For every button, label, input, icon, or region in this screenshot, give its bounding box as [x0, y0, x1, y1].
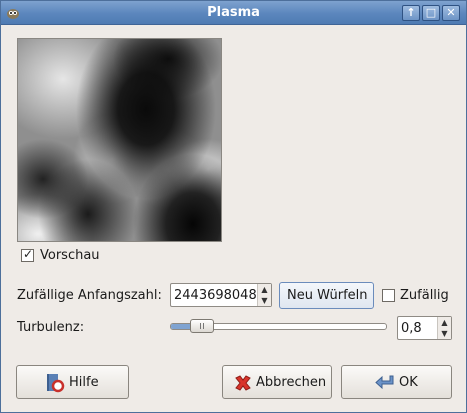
ok-button-label: OK [399, 375, 418, 390]
plasma-preview-image [18, 39, 221, 241]
help-button[interactable]: Hilfe [16, 365, 129, 399]
decrement-arrow-icon[interactable]: ▼ [438, 328, 451, 339]
turbulence-label: Turbulenz: [17, 320, 85, 335]
preview-label: Vorschau [40, 248, 100, 263]
new-seed-button[interactable]: Neu Würfeln [279, 282, 374, 309]
title-bar[interactable]: Plasma ↑ □ ✕ [1, 1, 466, 25]
window-title: Plasma [207, 5, 260, 20]
random-seed-label: Zufällig [400, 288, 449, 303]
restore-icon[interactable]: □ [422, 5, 440, 21]
turbulence-stepper[interactable]: ▲ ▼ [437, 317, 451, 339]
seed-value[interactable]: 2443698048 [174, 288, 257, 303]
checkmark-icon: ✓ [23, 247, 34, 261]
ok-button[interactable]: OK [341, 365, 452, 399]
close-icon[interactable]: ✕ [442, 5, 460, 21]
decrement-arrow-icon[interactable]: ▼ [258, 295, 271, 306]
turbulence-slider-handle[interactable] [190, 319, 214, 333]
help-button-label: Hilfe [69, 375, 99, 390]
grip-icon [200, 323, 201, 329]
plasma-dialog: Plasma ↑ □ ✕ ✓ Vorschau Zufällige Anfang… [0, 0, 467, 413]
seed-stepper[interactable]: ▲ ▼ [257, 284, 271, 306]
enter-arrow-icon [374, 373, 396, 397]
help-icon [45, 373, 65, 397]
cancel-x-icon [233, 373, 253, 397]
plasma-preview[interactable] [17, 38, 222, 242]
increment-arrow-icon[interactable]: ▲ [258, 284, 271, 295]
maximize-up-icon[interactable]: ↑ [402, 5, 420, 21]
cancel-button[interactable]: Abbrechen [222, 365, 332, 399]
turbulence-spinbutton[interactable]: 0,8 ▲ ▼ [397, 316, 452, 340]
seed-spinbutton[interactable]: 2443698048 ▲ ▼ [170, 283, 272, 307]
seed-label: Zufällige Anfangszahl: [17, 288, 162, 303]
preview-checkbox[interactable]: ✓ [21, 247, 34, 262]
turbulence-value[interactable]: 0,8 [401, 321, 422, 336]
cancel-button-label: Abbrechen [256, 375, 327, 390]
new-seed-button-label: Neu Würfeln [287, 288, 368, 303]
increment-arrow-icon[interactable]: ▲ [438, 317, 451, 328]
random-seed-checkbox[interactable] [382, 289, 395, 302]
grip-icon [203, 323, 204, 329]
